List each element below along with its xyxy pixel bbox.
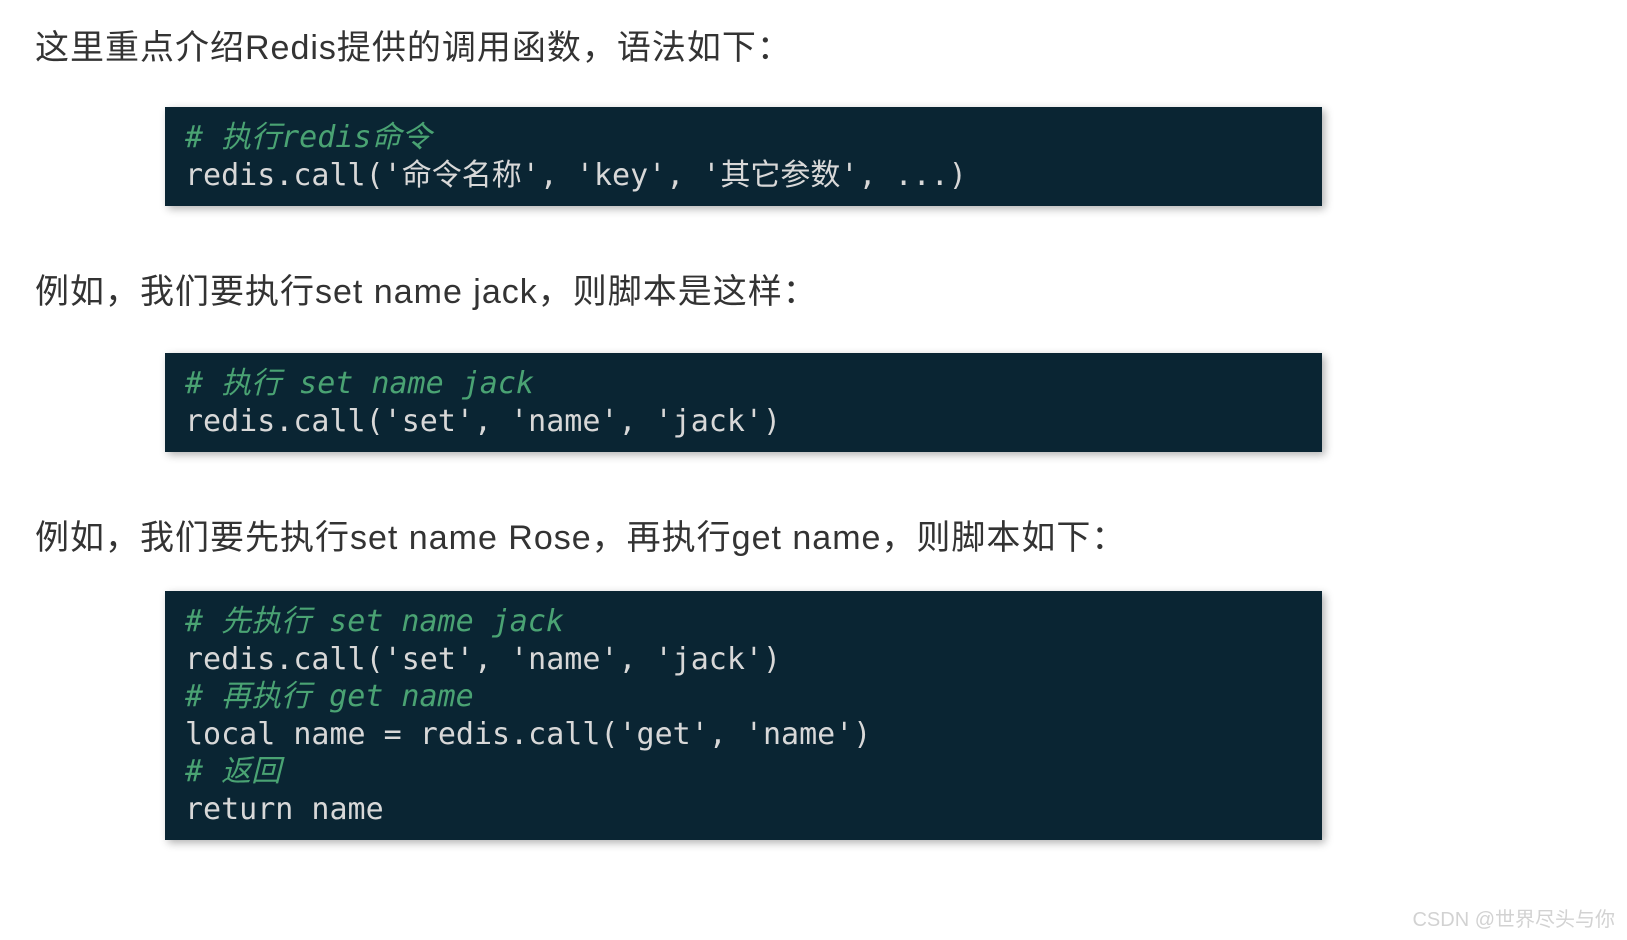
intro-text-3: 例如，我们要先执行set name Rose，再执行get name，则脚本如下… (35, 510, 1592, 559)
watermark: CSDN @世界尽头与你 (1412, 903, 1615, 932)
code-line: redis.call('set', 'name', 'jack') (185, 403, 1302, 441)
code-comment: # 执行redis命令 (185, 119, 1302, 157)
intro-text-1: 这里重点介绍Redis提供的调用函数，语法如下： (35, 20, 1592, 69)
code-comment: # 再执行 get name (185, 678, 1302, 716)
code-block-2: # 执行 set name jack redis.call('set', 'na… (165, 353, 1322, 452)
code-comment: # 执行 set name jack (185, 365, 1302, 403)
code-line: redis.call('set', 'name', 'jack') (185, 641, 1302, 679)
code-comment: # 先执行 set name jack (185, 603, 1302, 641)
code-line: return name (185, 791, 1302, 829)
code-block-3: # 先执行 set name jack redis.call('set', 'n… (165, 591, 1322, 840)
intro-text-2: 例如，我们要执行set name jack，则脚本是这样： (35, 264, 1592, 313)
code-line: local name = redis.call('get', 'name') (185, 716, 1302, 754)
code-comment: # 返回 (185, 753, 1302, 791)
code-line: redis.call('命令名称', 'key', '其它参数', ...) (185, 157, 1302, 195)
code-block-1: # 执行redis命令 redis.call('命令名称', 'key', '其… (165, 107, 1322, 206)
